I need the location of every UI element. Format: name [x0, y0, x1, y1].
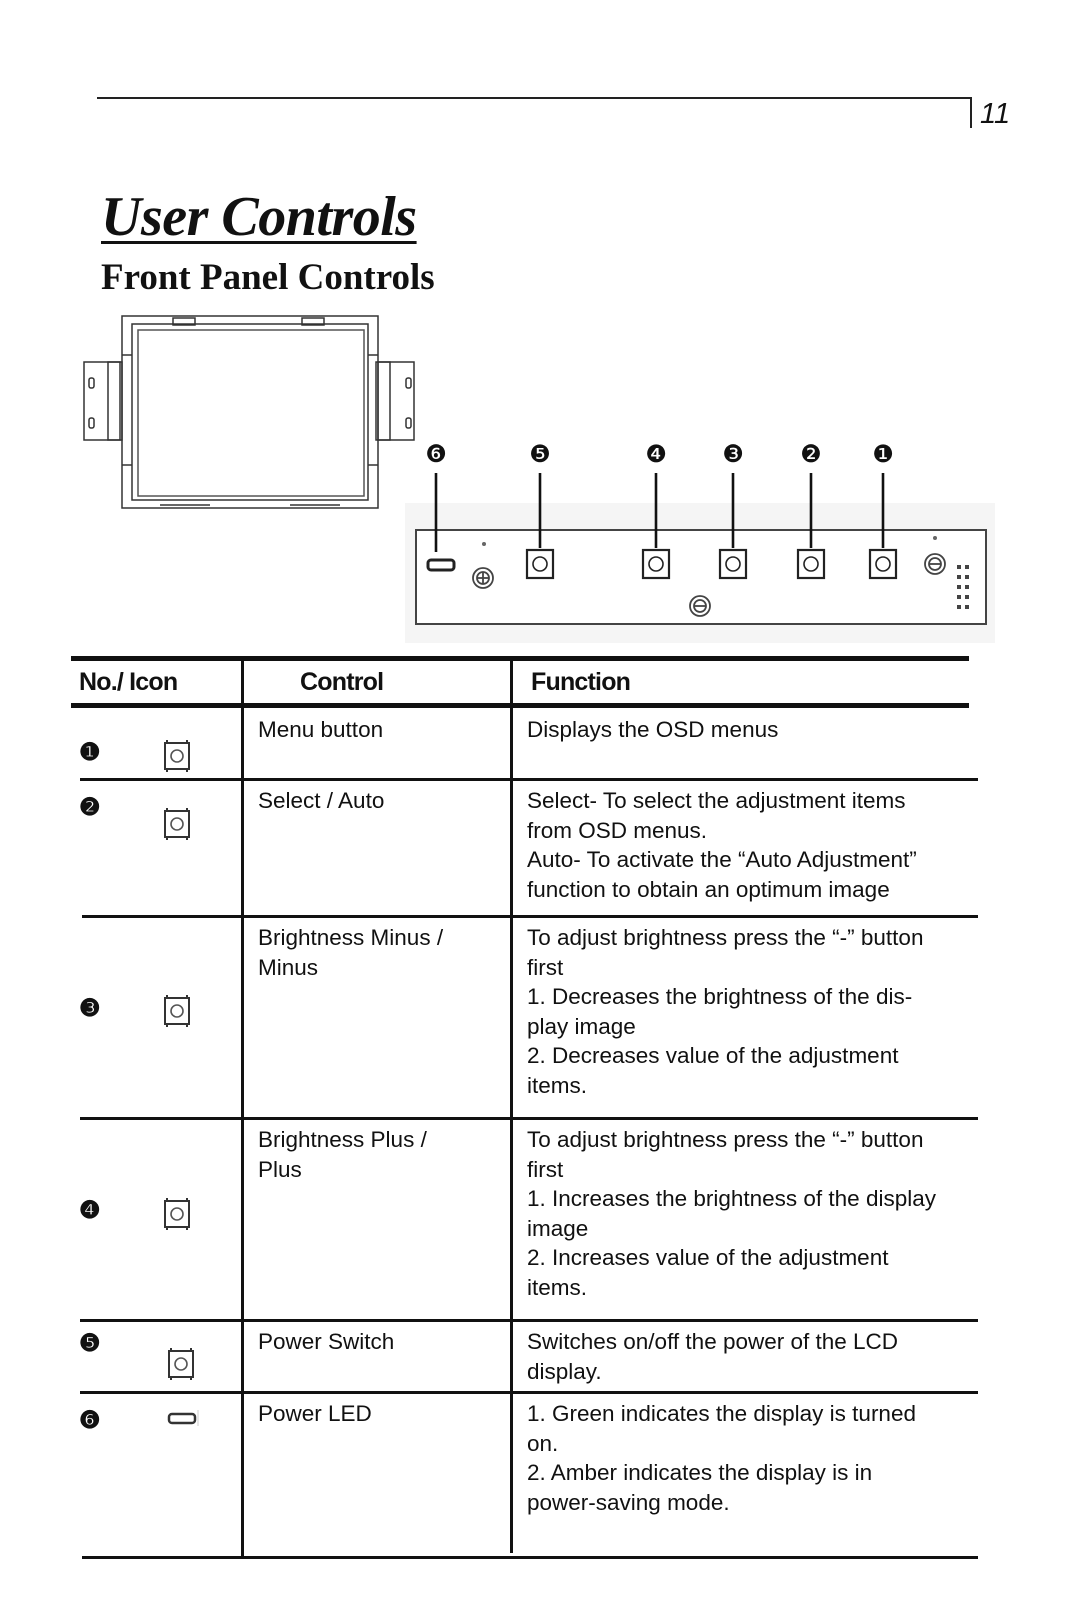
callout-number: ❶	[872, 440, 894, 468]
callout-number: ❷	[800, 440, 822, 468]
row-divider	[80, 1391, 978, 1394]
row-number-badge: ❹	[79, 1197, 101, 1224]
table-header-rule	[71, 703, 969, 708]
row-number-badge: ❻	[79, 1407, 101, 1434]
header-divider	[970, 97, 972, 128]
row-divider	[80, 1319, 978, 1322]
table-top-rule	[71, 656, 969, 661]
control-name: Power LED	[258, 1401, 372, 1426]
callout-number: ❺	[529, 440, 551, 468]
row-divider	[82, 915, 978, 918]
row-number-badge: ❸	[79, 995, 101, 1022]
push-button-icon	[164, 1198, 190, 1230]
callout-number: ❹	[645, 440, 667, 468]
callout-number: ❸	[722, 440, 744, 468]
push-button-icon	[164, 740, 190, 772]
push-button-icon	[168, 1348, 194, 1380]
section-title: Front Panel Controls	[101, 257, 435, 298]
led-icon	[167, 1410, 199, 1426]
row-divider	[82, 1556, 978, 1559]
column-divider-1	[241, 658, 244, 1558]
control-name: Power Switch	[258, 1329, 395, 1354]
control-name: Brightness Plus / Plus	[258, 1127, 427, 1182]
push-button-icon	[164, 808, 190, 840]
push-button-icon	[164, 995, 190, 1027]
front-panel-diagram: ❻ ❺ ❹ ❸ ❷ ❶	[405, 440, 995, 643]
row-number-badge: ❷	[79, 794, 101, 821]
column-header-no-icon: No./ Icon	[79, 668, 178, 696]
function-description: To adjust brightness press the “-” butto…	[527, 925, 924, 1098]
callout-number: ❻	[425, 440, 447, 468]
column-header-control: Control	[300, 668, 384, 696]
control-name: Brightness Minus / Minus	[258, 925, 444, 980]
control-name: Menu button	[258, 717, 384, 742]
row-number-badge: ❺	[79, 1330, 101, 1357]
function-description: Select- To select the adjustment items f…	[527, 788, 917, 902]
column-header-function: Function	[531, 668, 631, 696]
row-divider	[80, 778, 978, 781]
control-name: Select / Auto	[258, 788, 385, 813]
function-description: 1. Green indicates the display is turned…	[527, 1401, 916, 1515]
monitor-front-illustration	[83, 315, 415, 509]
page-title: User Controls	[101, 186, 417, 248]
function-description: Displays the OSD menus	[527, 717, 779, 742]
column-divider-2	[510, 658, 513, 1553]
page-number: 11	[980, 98, 1011, 130]
function-description: Switches on/off the power of the LCD dis…	[527, 1329, 899, 1384]
header-rule	[97, 97, 971, 99]
row-number-badge: ❶	[79, 739, 101, 766]
row-divider	[80, 1117, 978, 1120]
function-description: To adjust brightness press the “-” butto…	[527, 1127, 936, 1300]
